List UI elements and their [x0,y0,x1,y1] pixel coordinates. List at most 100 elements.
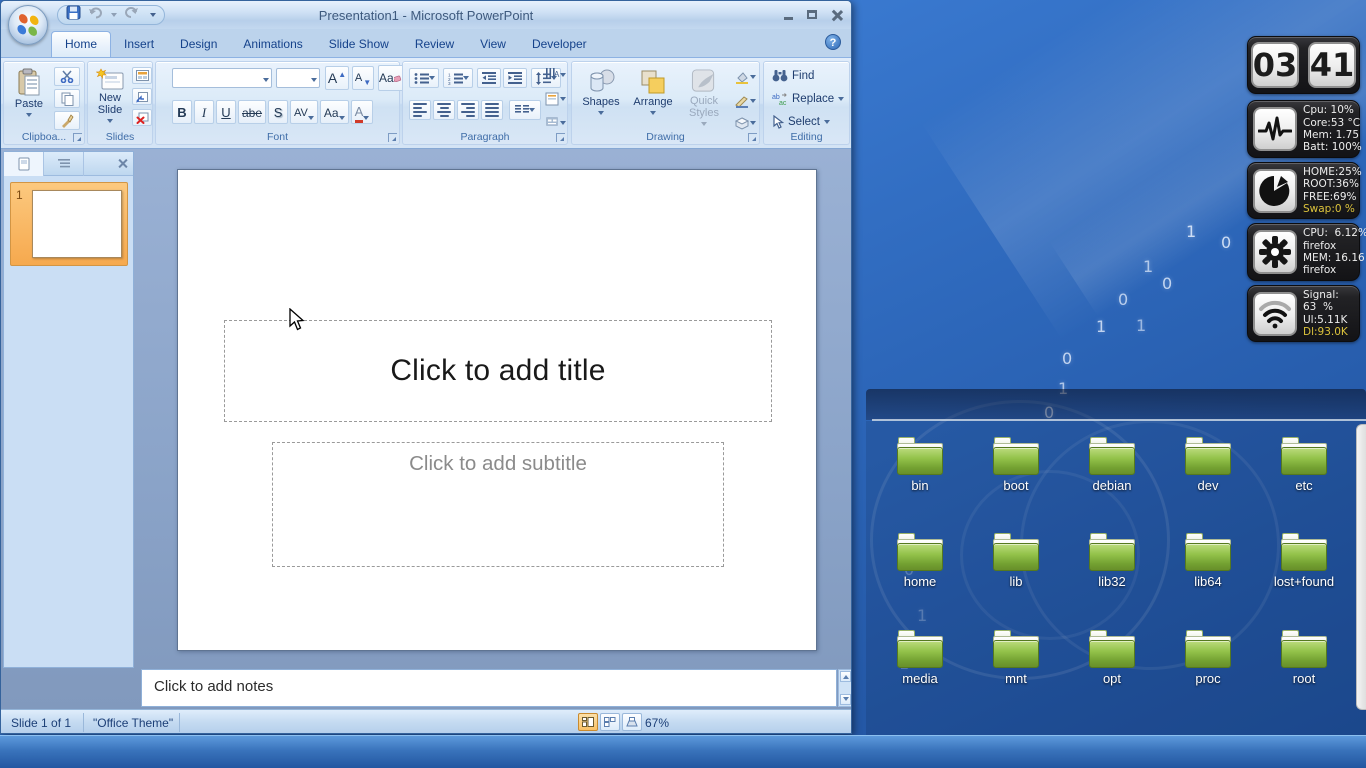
text-direction-button[interactable]: A [543,64,567,86]
shape-effects-caret [750,121,756,128]
align-left-button[interactable] [409,100,431,120]
slide-canvas[interactable]: Click to add title Click to add subtitle [177,169,817,651]
desktop-folder-debian[interactable]: debian [1074,437,1150,493]
close-button[interactable] [825,6,847,23]
font-name-combo[interactable] [172,68,272,88]
slide-thumbnail-selected[interactable]: 1 [10,182,128,266]
minimize-button[interactable] [777,6,799,23]
replace-button[interactable]: abac Replace [772,92,844,105]
font-change-case-button[interactable]: Aa [320,100,349,124]
reset-slide-button[interactable] [132,88,152,105]
find-button[interactable]: Find [772,69,814,82]
font-shadow-button[interactable]: S [268,100,288,124]
desktop-folder-opt[interactable]: opt [1074,630,1150,686]
help-button[interactable]: ? [825,34,841,50]
layout-button[interactable] [132,67,152,84]
shapes-button[interactable]: Shapes [578,64,624,130]
delete-slide-button[interactable] [132,109,152,126]
desktop-folder-media[interactable]: media [882,630,958,686]
desktop-folder-lib32[interactable]: lib32 [1074,533,1150,589]
office-button[interactable] [8,5,48,45]
shape-outline-button[interactable] [732,92,758,110]
clear-formatting-button[interactable]: Aa [378,65,404,91]
columns-button[interactable] [509,100,541,120]
theme-name[interactable]: "Office Theme" [93,716,173,730]
tab-slides-thumbnails[interactable] [4,152,44,176]
tab-insert[interactable]: Insert [111,32,167,57]
scroll-up-icon[interactable] [840,671,851,682]
desktop-folder-dev[interactable]: dev [1170,437,1246,493]
tab-slide-show[interactable]: Slide Show [316,32,402,57]
grow-font-button[interactable]: A▲ [325,66,349,90]
cpu-stat-line: Cpu: 10% [1303,104,1362,116]
align-right-button[interactable] [457,100,479,120]
font-italic-button[interactable]: I [194,100,214,124]
drawing-dialog-launcher[interactable] [748,133,757,142]
justify-button[interactable] [481,100,503,120]
increase-indent-button[interactable] [503,68,527,88]
select-button[interactable]: Select [772,115,830,129]
arrange-button[interactable]: Arrange [628,64,678,130]
font-dialog-launcher[interactable] [388,133,397,142]
desktop-folder-etc[interactable]: etc [1266,437,1342,493]
align-center-button[interactable] [433,100,455,120]
slides-group-label: Slides [88,131,152,143]
folder-label: lib32 [1074,574,1150,589]
notes-scrollbar[interactable] [838,669,852,707]
tab-outline[interactable] [44,152,84,176]
paragraph-dialog-launcher[interactable] [556,133,565,142]
tab-animations[interactable]: Animations [230,32,315,57]
title-placeholder[interactable]: Click to add title [224,320,772,422]
slides-group: New Slide Slides [87,61,153,145]
maximize-button[interactable] [801,6,823,23]
subtitle-placeholder[interactable]: Click to add subtitle [272,442,724,567]
tab-home[interactable]: Home [51,31,111,57]
desktop-folder-proc[interactable]: proc [1170,630,1246,686]
tab-design[interactable]: Design [167,32,230,57]
shapes-icon [586,68,616,96]
file-panel-scrollbar[interactable] [1356,424,1366,710]
desktop-folder-mnt[interactable]: mnt [978,630,1054,686]
font-size-combo[interactable] [276,68,320,88]
folder-icon [1185,630,1231,668]
normal-view-button[interactable] [578,713,598,731]
paste-button[interactable]: Paste [8,64,50,128]
font-strikethrough-button[interactable]: abe [238,100,266,124]
bullets-button[interactable] [409,68,439,88]
decrease-indent-button[interactable] [477,68,501,88]
folder-icon [1281,437,1327,475]
shape-effects-button[interactable] [732,114,758,132]
title-bar[interactable]: Presentation1 - Microsoft PowerPoint [1,1,851,29]
cut-button[interactable] [54,67,80,86]
font-font-color-button[interactable]: A [351,100,374,124]
numbering-button[interactable]: 123 [443,68,473,88]
shrink-font-button[interactable]: A▼ [352,66,374,90]
format-painter-button[interactable] [54,111,80,130]
desktop-folder-lib[interactable]: lib [978,533,1054,589]
new-slide-button[interactable]: New Slide [90,64,130,130]
slideshow-button[interactable] [622,713,642,731]
align-text-button[interactable] [543,88,567,110]
desktop-folder-bin[interactable]: bin [882,437,958,493]
font-bold-button[interactable]: B [172,100,192,124]
notes-pane[interactable]: Click to add notes [141,669,837,707]
desktop-folder-lost+found[interactable]: lost+found [1266,533,1342,589]
quick-styles-icon [690,68,718,95]
shape-fill-button[interactable] [732,68,758,86]
font-underline-button[interactable]: U [216,100,236,124]
zoom-level[interactable]: 67% [645,716,669,730]
slide-sorter-button[interactable] [600,713,620,731]
clipboard-dialog-launcher[interactable] [73,133,82,142]
tab-developer[interactable]: Developer [519,32,600,57]
tab-view[interactable]: View [467,32,519,57]
font-char-spacing-button[interactable]: AV [290,100,318,124]
copy-button[interactable] [54,89,80,108]
desktop-folder-lib64[interactable]: lib64 [1170,533,1246,589]
desktop-folder-root[interactable]: root [1266,630,1342,686]
desktop-folder-home[interactable]: home [882,533,958,589]
desktop-folder-boot[interactable]: boot [978,437,1054,493]
quick-styles-button[interactable]: Quick Styles [680,64,728,130]
close-panel-icon[interactable] [118,159,127,168]
tab-review[interactable]: Review [402,32,467,57]
scroll-down-icon[interactable] [840,694,851,705]
